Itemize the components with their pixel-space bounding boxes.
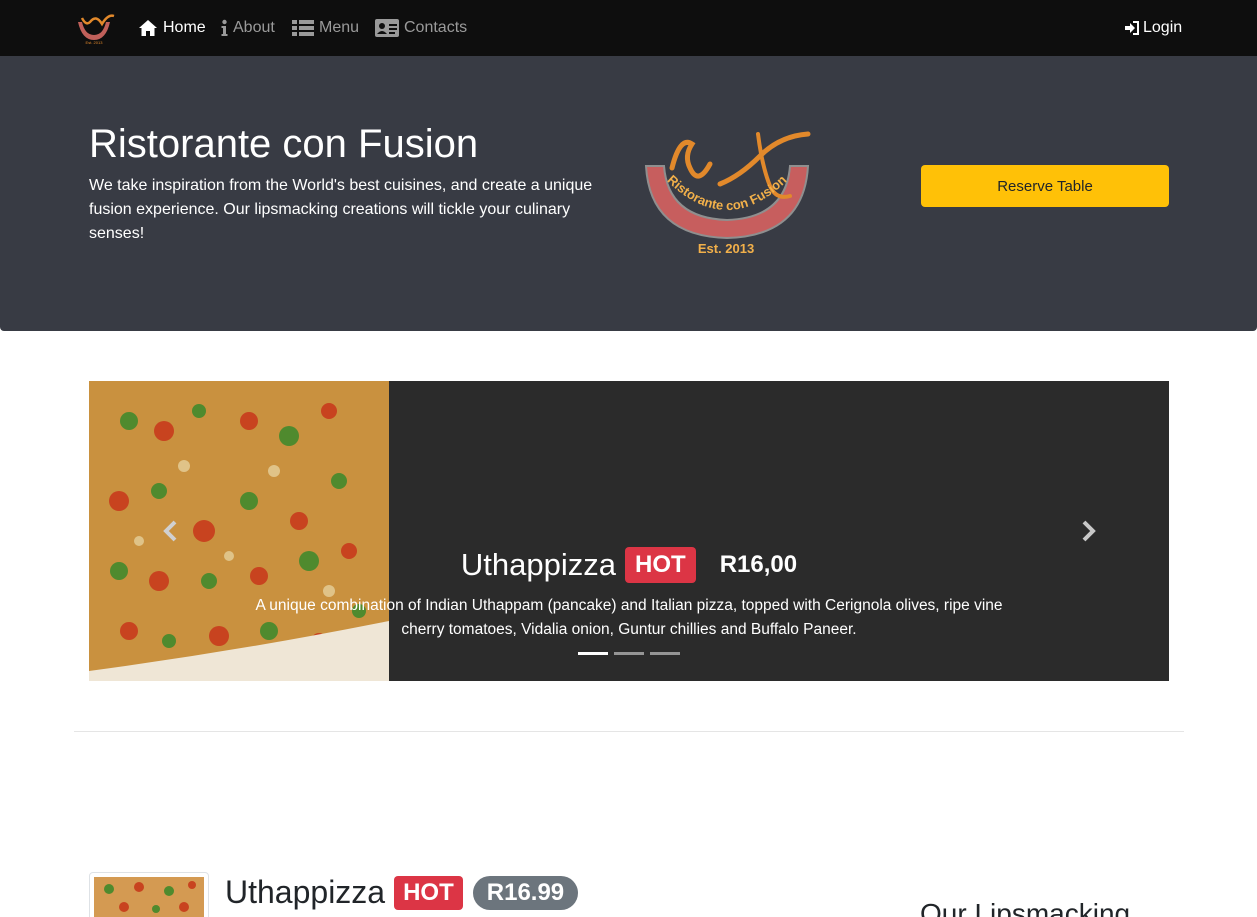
list-icon: [292, 20, 314, 36]
intro-text: We take inspiration from the World's bes…: [89, 177, 593, 242]
nav-item-home[interactable]: Home: [138, 16, 206, 40]
dish-description: A unique combination of Indian Uthappam …: [255, 597, 1003, 638]
home-icon: [139, 20, 157, 36]
carousel-caption-heading: Uthappizza HOT R16,00: [89, 547, 1169, 583]
login-label: Login: [1143, 19, 1183, 36]
carousel-indicator-3[interactable]: [650, 652, 680, 655]
price-badge: R16.99: [472, 875, 579, 910]
nav-item-label: Home: [163, 19, 206, 36]
dish-name: Uthappizza: [460, 547, 617, 582]
top-navbar: Est. 2013 Home About Menu Contacts Login: [0, 0, 1257, 56]
uthappizza-thumbnail-image: [94, 877, 204, 917]
chevron-left-icon[interactable]: [159, 519, 183, 543]
nav-item-about[interactable]: About: [220, 16, 275, 40]
jumbotron: Ristorante con Fusion We take inspiratio…: [0, 56, 1257, 331]
carousel-indicators: [578, 652, 686, 655]
restaurant-logo-icon[interactable]: Est. 2013: [72, 10, 116, 46]
login-button[interactable]: Login: [1125, 16, 1182, 40]
section-divider: [74, 731, 1184, 732]
featured-dish-heading: Uthappizza HOT R16.99: [225, 874, 579, 911]
reserve-table-button[interactable]: Reserve Table: [921, 165, 1169, 207]
carousel-indicator-1[interactable]: [578, 652, 608, 655]
page-title: Ristorante con Fusion: [89, 122, 479, 166]
restaurant-logo: Ristorante con Fusion Est. 2013: [644, 131, 811, 256]
hot-badge: HOT: [394, 875, 463, 910]
nav-item-label: About: [233, 19, 275, 36]
svg-text:Est. 2013: Est. 2013: [86, 40, 104, 45]
featured-dish-name: Uthappizza: [225, 874, 386, 910]
dish-thumbnail: [89, 872, 209, 917]
nav-item-label: Menu: [319, 19, 360, 36]
nav-item-contacts[interactable]: Contacts: [375, 16, 467, 40]
nav-item-menu[interactable]: Menu: [292, 16, 359, 40]
chevron-right-icon[interactable]: [1076, 519, 1100, 543]
side-heading: Our Lipsmacking: [920, 898, 1131, 917]
hot-badge: HOT: [625, 547, 696, 583]
sign-in-icon: [1125, 21, 1139, 35]
dish-price: R16,00: [719, 551, 798, 578]
dish-carousel: Uthappizza HOT R16,00 A unique combinati…: [89, 381, 1169, 681]
carousel-indicator-2[interactable]: [614, 652, 644, 655]
address-card-icon: [375, 19, 399, 37]
info-icon: [221, 19, 228, 36]
svg-text:Est. 2013: Est. 2013: [698, 241, 754, 256]
nav-item-label: Contacts: [404, 19, 468, 36]
